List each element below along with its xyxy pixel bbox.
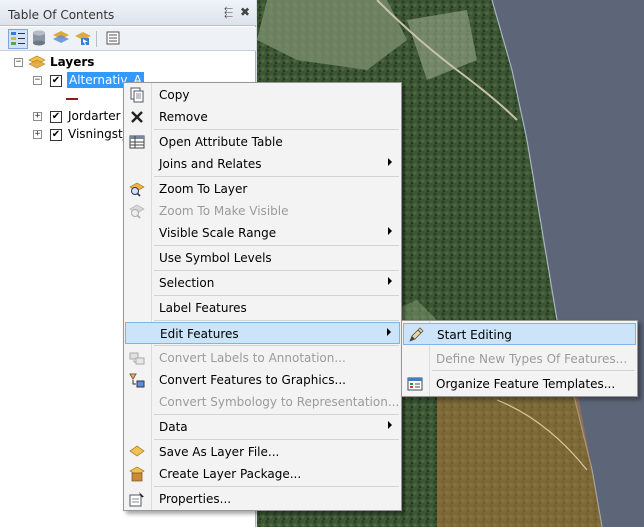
menu-item-label: Copy <box>159 88 190 102</box>
menu-separator <box>154 345 399 346</box>
layer-visibility-checkbox[interactable]: ✔ <box>50 75 62 87</box>
menu-item-selection[interactable]: Selection <box>125 272 400 294</box>
submenu-item-label: Start Editing <box>437 328 512 342</box>
menu-item-label: Data <box>159 420 188 434</box>
remove-icon <box>129 109 145 125</box>
collapse-icon[interactable]: − <box>14 58 23 67</box>
layers-root[interactable]: − Layers <box>0 54 256 72</box>
menu-separator <box>154 176 399 177</box>
submenu-item-label: Organize Feature Templates... <box>436 377 616 391</box>
menu-item-create-layer-package[interactable]: Create Layer Package... <box>125 463 400 485</box>
menu-item-edit-features[interactable]: Edit Features <box>125 322 400 344</box>
edit-features-submenu: Start Editing Define New Types Of Featur… <box>401 320 638 397</box>
menu-item-zoom-to-layer[interactable]: Zoom To Layer <box>125 178 400 200</box>
list-by-visibility-icon[interactable] <box>52 29 72 49</box>
menu-item-label: Zoom To Make Visible <box>159 204 289 218</box>
list-by-selection-icon[interactable] <box>74 29 94 49</box>
menu-item-joins-and-relates[interactable]: Joins and Relates <box>125 153 400 175</box>
menu-item-copy[interactable]: Copy <box>125 84 400 106</box>
menu-item-use-symbol-levels[interactable]: Use Symbol Levels <box>125 247 400 269</box>
list-by-source-icon[interactable] <box>30 29 50 49</box>
list-by-drawing-order-icon[interactable] <box>8 29 28 49</box>
expand-icon[interactable]: + <box>33 112 42 121</box>
menu-item-label: Convert Features to Graphics... <box>159 373 346 387</box>
toc-title: Table Of Contents <box>8 8 115 22</box>
organize-templates-icon <box>407 376 423 392</box>
close-icon[interactable]: ✖ <box>240 5 250 19</box>
convert-graphics-icon <box>129 372 145 388</box>
menu-item-label: Zoom To Layer <box>159 182 248 196</box>
submenu-item-define-new-types: Define New Types Of Features... <box>403 348 636 370</box>
layer-row-jordarter[interactable]: + ✔ Jordarter 1 <box>0 108 132 126</box>
table-icon <box>129 134 145 150</box>
menu-item-open-attribute-table[interactable]: Open Attribute Table <box>125 131 400 153</box>
layer-row-visningstjanst[interactable]: + ✔ Visningstjä <box>0 126 133 144</box>
menu-separator <box>154 270 399 271</box>
menu-item-label: Joins and Relates <box>159 157 262 171</box>
convert-labels-icon <box>129 350 145 366</box>
layer-visibility-checkbox[interactable]: ✔ <box>50 111 62 123</box>
submenu-arrow-icon <box>388 158 392 166</box>
menu-item-label: Convert Labels to Annotation... <box>159 351 346 365</box>
menu-item-label: Edit Features <box>160 327 239 341</box>
options-icon[interactable] <box>104 29 124 49</box>
collapse-icon[interactable]: − <box>33 76 42 85</box>
menu-item-label: Selection <box>159 276 215 290</box>
start-editing-icon <box>408 327 424 343</box>
menu-item-visible-scale-range[interactable]: Visible Scale Range <box>125 222 400 244</box>
toc-toolbar <box>0 27 256 51</box>
menu-item-label: Open Attribute Table <box>159 135 283 149</box>
menu-item-label: Visible Scale Range <box>159 226 277 240</box>
menu-item-convert-symbology-to-representation: Convert Symbology to Representation... <box>125 391 400 413</box>
menu-item-label-features[interactable]: Label Features <box>125 297 400 319</box>
zoom-to-visible-icon <box>129 203 145 219</box>
submenu-arrow-icon <box>387 328 391 336</box>
properties-icon <box>129 491 145 507</box>
menu-separator <box>154 486 399 487</box>
menu-item-save-as-layer-file[interactable]: Save As Layer File... <box>125 441 400 463</box>
copy-icon <box>129 87 145 103</box>
layer-context-menu: Copy Remove Open Attribute Table Joins a… <box>123 82 402 511</box>
menu-item-label: Label Features <box>159 301 247 315</box>
layer-symbol-line <box>66 98 78 100</box>
menu-item-zoom-to-make-visible: Zoom To Make Visible <box>125 200 400 222</box>
submenu-arrow-icon <box>388 277 392 285</box>
menu-item-label: Convert Symbology to Representation... <box>159 395 400 409</box>
menu-item-label: Save As Layer File... <box>159 445 280 459</box>
menu-item-remove[interactable]: Remove <box>125 106 400 128</box>
zoom-to-layer-icon <box>129 181 145 197</box>
menu-separator <box>154 245 399 246</box>
submenu-arrow-icon <box>388 227 392 235</box>
menu-item-properties[interactable]: Properties... <box>125 488 400 510</box>
menu-separator <box>154 439 399 440</box>
menu-item-label: Use Symbol Levels <box>159 251 272 265</box>
submenu-item-label: Define New Types Of Features... <box>436 352 628 366</box>
menu-item-convert-labels-to-annotation: Convert Labels to Annotation... <box>125 347 400 369</box>
expand-icon[interactable]: + <box>33 130 42 139</box>
submenu-arrow-icon <box>388 421 392 429</box>
menu-separator <box>154 295 399 296</box>
menu-separator <box>154 414 399 415</box>
pin-icon[interactable]: ⬱ <box>224 6 233 20</box>
submenu-item-organize-feature-templates[interactable]: Organize Feature Templates... <box>403 373 636 395</box>
menu-separator <box>432 370 635 371</box>
layer-package-icon <box>129 466 145 482</box>
layer-visibility-checkbox[interactable]: ✔ <box>50 129 62 141</box>
menu-item-label: Create Layer Package... <box>159 467 302 481</box>
menu-item-label: Remove <box>159 110 208 124</box>
layer-file-icon <box>129 444 145 460</box>
menu-item-convert-features-to-graphics[interactable]: Convert Features to Graphics... <box>125 369 400 391</box>
layers-root-label: Layers <box>50 55 95 69</box>
menu-separator <box>154 129 399 130</box>
toolbar-separator <box>96 31 97 47</box>
submenu-item-start-editing[interactable]: Start Editing <box>403 323 636 345</box>
toc-title-bar: Table Of Contents ⬱ ✖ <box>0 0 256 26</box>
menu-item-label: Properties... <box>159 492 232 506</box>
menu-item-data[interactable]: Data <box>125 416 400 438</box>
menu-separator <box>154 320 399 321</box>
